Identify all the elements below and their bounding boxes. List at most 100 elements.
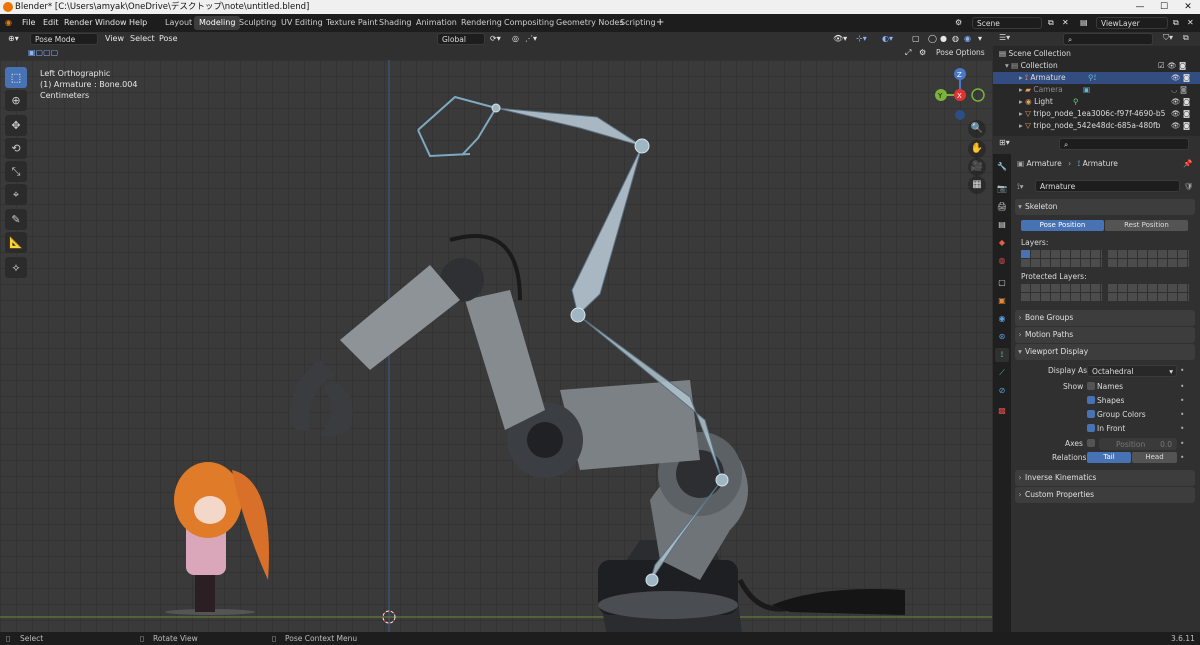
new-collection-icon[interactable]: ⧉ <box>1183 33 1189 43</box>
pose-position-button[interactable]: Pose Position <box>1021 220 1104 231</box>
group-colors-keyframe-icon[interactable]: • <box>1180 410 1184 419</box>
tab-uv-editing[interactable]: UV Editing <box>276 16 328 30</box>
skeleton-panel-header[interactable]: ▾ Skeleton <box>1015 199 1195 215</box>
constraints-tab-icon[interactable]: ⊛ <box>995 330 1009 344</box>
rotate-tool-icon[interactable]: ⟲ <box>5 138 27 159</box>
physics-tab-icon[interactable]: ◉ <box>995 312 1009 326</box>
inverse-kinematics-panel-header[interactable]: › Inverse Kinematics <box>1015 470 1195 486</box>
3d-viewport[interactable]: Z Y X ⬚ ⊕ ✥ ⟲ ⤡ ⌖ ✎ 📐 ⟡ Left Orthographi… <box>0 60 992 632</box>
bone-tab-icon[interactable]: ⟋ <box>995 366 1009 380</box>
outliner-row-camera[interactable]: ▸ ▰ Camera ▣ ◡ ◙ <box>993 84 1200 96</box>
outliner-search[interactable]: ⌕ <box>1063 33 1153 45</box>
axes-keyframe-icon[interactable]: • <box>1180 439 1184 448</box>
close-button[interactable]: ✕ <box>1176 0 1200 14</box>
transform-orientation-selector[interactable]: Global <box>437 33 485 45</box>
relations-head-button[interactable]: Head <box>1132 452 1177 463</box>
annotate-tool-icon[interactable]: ✎ <box>5 209 27 230</box>
pan-icon[interactable]: ✋ <box>968 140 986 158</box>
outliner-row-collection[interactable]: ▾ ▤ Collection ☑ 👁 ◙ <box>993 60 1200 72</box>
view-layer-tab-icon[interactable]: ▤ <box>995 218 1009 232</box>
cursor-tool-icon[interactable]: ⊕ <box>5 90 27 111</box>
delete-view-layer-icon[interactable]: ✕ <box>1187 14 1194 32</box>
scale-tool-icon[interactable]: ⤡ <box>5 161 27 182</box>
transform-tool-icon[interactable]: ⌖ <box>5 184 27 205</box>
world-tab-icon[interactable]: ◍ <box>995 254 1009 268</box>
in-front-keyframe-icon[interactable]: • <box>1180 424 1184 433</box>
texture-tab-icon[interactable]: ▩ <box>995 404 1009 418</box>
display-as-dropdown[interactable]: Octahedral ▾ <box>1087 365 1177 377</box>
minimize-button[interactable]: — <box>1128 0 1152 14</box>
pose-options-dropdown[interactable]: Pose Options <box>932 47 990 59</box>
shapes-keyframe-icon[interactable]: • <box>1180 396 1184 405</box>
axes-checkbox[interactable] <box>1087 439 1095 447</box>
render-tab-icon[interactable]: 📷 <box>995 182 1009 196</box>
properties-search[interactable]: ⌕ <box>1059 138 1189 150</box>
viewport-display-panel-header[interactable]: ▾ Viewport Display <box>1015 344 1195 360</box>
names-keyframe-icon[interactable]: • <box>1180 382 1184 391</box>
outliner-row-armature[interactable]: ▸ ⟟ Armature ⚲⟟ 👁 ◙ <box>993 72 1200 84</box>
bone-constraints-tab-icon[interactable]: ⊘ <box>995 384 1009 398</box>
figurine-model[interactable] <box>165 462 269 615</box>
scene-selector[interactable]: Scene <box>972 17 1042 29</box>
bone-tool-icon[interactable]: ⟡ <box>5 257 27 278</box>
maximize-button[interactable]: ☐ <box>1152 0 1176 14</box>
fake-user-icon[interactable]: 🛡 <box>1184 182 1194 191</box>
menu-file[interactable]: File <box>22 14 35 32</box>
zoom-icon[interactable]: 🔍 <box>968 120 986 138</box>
armature-visibility-icon[interactable]: 👁 ◙ <box>1171 72 1190 84</box>
pin-icon[interactable]: 📌 <box>1183 159 1192 168</box>
view-layer-selector[interactable]: ViewLayer <box>1096 17 1168 29</box>
collection-tab-icon[interactable]: ▢ <box>995 276 1009 290</box>
in-front-checkbox[interactable] <box>1087 424 1095 432</box>
armature-data-tab-icon[interactable]: ⟟ <box>995 348 1009 362</box>
measure-tool-icon[interactable]: 📐 <box>5 232 27 253</box>
camera-visibility-icon[interactable]: ◡ ◙ <box>1171 84 1187 96</box>
delete-scene-icon[interactable]: ✕ <box>1062 14 1069 32</box>
outliner-row-tripo-node-1[interactable]: ▸ ▽ tripo_node_1ea3006c-f97f-4690-b5 👁 ◙ <box>993 108 1200 120</box>
unit-info: Centimeters <box>40 91 90 100</box>
tripo-node-1-visibility-icon[interactable]: 👁 ◙ <box>1171 108 1191 120</box>
outliner-row-tripo-node-2[interactable]: ▸ ▽ tripo_node_542e48dc-685a-480fb 👁 ◙ <box>993 120 1200 132</box>
move-tool-icon[interactable]: ✥ <box>5 115 27 136</box>
view-layer-icon[interactable]: ▤ <box>1080 14 1088 32</box>
tab-animation[interactable]: Animation <box>411 16 462 30</box>
new-view-layer-icon[interactable]: ⧉ <box>1173 14 1179 32</box>
outliner-row-light[interactable]: ▸ ◉ Light ⚲ 👁 ◙ <box>993 96 1200 108</box>
menu-edit[interactable]: Edit <box>43 14 59 32</box>
custom-properties-panel-header[interactable]: › Custom Properties <box>1015 487 1195 503</box>
camera-view-icon[interactable]: 🎥 <box>968 158 986 176</box>
properties-editor-icon[interactable]: ⊞▾ <box>999 138 1010 147</box>
tripo-node-2-visibility-icon[interactable]: 👁 ◙ <box>1171 120 1191 132</box>
bone-groups-panel-header[interactable]: › Bone Groups <box>1015 310 1195 326</box>
light-visibility-icon[interactable]: 👁 ◙ <box>1171 96 1190 108</box>
group-colors-checkbox[interactable] <box>1087 410 1095 418</box>
perspective-toggle-icon[interactable]: ▦ <box>968 176 986 194</box>
motion-paths-panel-header[interactable]: › Motion Paths <box>1015 327 1195 343</box>
shapes-checkbox[interactable] <box>1087 396 1095 404</box>
tool-tab-icon[interactable]: 🔧 <box>995 160 1009 174</box>
relations-keyframe-icon[interactable]: • <box>1180 453 1184 462</box>
keyframe-dot-icon[interactable]: • <box>1180 366 1184 375</box>
select-tool-icon[interactable]: ⬚ <box>5 67 27 88</box>
outliner: ☰▾ ⌕ ⛉▾ ⧉ ▤ Scene Collection ▾ ▤ Collect… <box>993 32 1200 136</box>
armature-datablock-icon[interactable]: ⟟▾ <box>1017 182 1024 192</box>
collection-visibility-icons[interactable]: ☑ 👁 ◙ <box>1158 60 1186 72</box>
output-tab-icon[interactable]: 🖨 <box>995 200 1009 214</box>
outliner-editor-icon[interactable]: ☰▾ <box>999 33 1010 42</box>
armature-name-field[interactable]: Armature <box>1035 180 1180 192</box>
relations-tail-button[interactable]: Tail <box>1087 452 1131 463</box>
axes-position-field[interactable]: Position 0.0 <box>1099 438 1177 450</box>
add-workspace-icon[interactable]: + <box>656 14 664 32</box>
rest-position-button[interactable]: Rest Position <box>1105 220 1188 231</box>
tab-layout[interactable]: Layout <box>160 16 197 30</box>
new-scene-icon[interactable]: ⧉ <box>1048 14 1054 32</box>
scene-tab-icon[interactable]: ◆ <box>995 236 1009 250</box>
menu-render[interactable]: Render <box>64 14 92 32</box>
names-checkbox[interactable] <box>1087 382 1095 390</box>
object-tab-icon[interactable]: ▣ <box>995 294 1009 308</box>
outliner-row-scene-collection[interactable]: ▤ Scene Collection <box>993 48 1200 60</box>
tab-sculpting[interactable]: Sculpting <box>234 16 281 30</box>
toolbar: ⬚ ⊕ ✥ ⟲ ⤡ ⌖ ✎ 📐 ⟡ <box>5 67 29 280</box>
filter-icon[interactable]: ⛉▾ <box>1163 33 1173 43</box>
tab-scripting[interactable]: Scripting <box>615 16 661 30</box>
